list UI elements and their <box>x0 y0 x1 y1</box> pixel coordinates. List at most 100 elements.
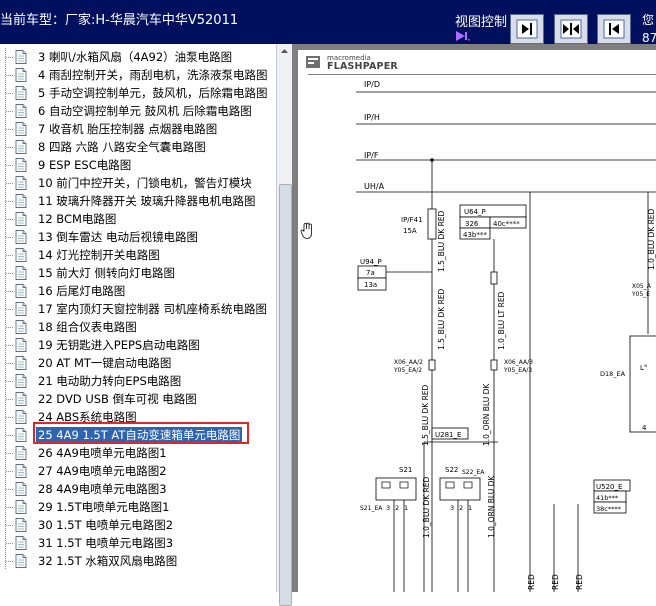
s21-label: S21 <box>399 466 412 474</box>
tree-item[interactable]: 17 室内顶灯天窗控制器 司机座椅系统电路图 <box>0 300 276 318</box>
tree-item[interactable]: 5 手动空调控制单元，鼓风机，后除霜电路图 <box>0 84 276 102</box>
tree-item[interactable]: 12 BCM电路图 <box>0 210 276 228</box>
s21-pin-3: 3 <box>386 504 390 512</box>
document-icon <box>15 428 27 442</box>
connector-right-1: X06_AA/3 <box>504 359 533 366</box>
tree-item[interactable]: 13 倒车雷达 电动后视镜电路图 <box>0 228 276 246</box>
flashpaper-logo-icon <box>306 56 320 68</box>
tree-branch-line <box>6 57 14 58</box>
tree-item-label: 26 4A9电喷单元电路图1 <box>38 446 167 460</box>
user-info: 您 87 <box>642 11 656 47</box>
document-icon <box>15 302 27 316</box>
tree-item[interactable]: 19 无钥匙进入PEPS启动电路图 <box>0 336 276 354</box>
tree-item[interactable]: 7 收音机 胎压控制器 点烟器电路图 <box>0 120 276 138</box>
tree-item-label: 27 4A9电喷单元电路图2 <box>38 464 167 478</box>
tree-item-label: 14 灯光控制开关电路图 <box>38 248 160 262</box>
fit-width-icon <box>560 19 582 39</box>
s21-pin-2: 2 <box>395 504 399 512</box>
tree-item[interactable]: 14 灯光控制开关电路图 <box>0 246 276 264</box>
connector-left-1: X06_AA/2 <box>394 359 423 366</box>
circuit-diagram-tree: 3 喇叭/水箱风扇（4A92）油泵电路图 4 雨刮控制开关，雨刮电机，洗涤液泵电路… <box>0 44 276 592</box>
tree-item-label: 31 1.5T 电喷单元电路图3 <box>38 536 174 550</box>
tree-item[interactable]: 11 玻璃升降器开关 玻璃升降器电机电路图 <box>0 192 276 210</box>
tree-branch-line <box>6 417 14 418</box>
u64-label: U64_P <box>464 208 486 216</box>
tree-branch-line <box>6 201 14 202</box>
tree-item[interactable]: 30 1.5T 电喷单元电路图2 <box>0 516 276 534</box>
tree-item[interactable]: 9 ESP ESC电路图 <box>0 156 276 174</box>
document-icon <box>15 446 27 460</box>
tree-item-label: 11 玻璃升降器开关 玻璃升降器电机电路图 <box>38 194 256 208</box>
selection-highlight-box <box>33 422 249 444</box>
tree-item[interactable]: 10 前门中控开关，门锁电机，警告灯模块 <box>0 174 276 192</box>
tree-item-label: 17 室内顶灯天窗控制器 司机座椅系统电路图 <box>38 302 267 316</box>
tree-item[interactable]: 20 AT MT一键启动电路图 <box>0 354 276 372</box>
tree-item[interactable]: 27 4A9电喷单元电路图2 <box>0 462 276 480</box>
document-icon <box>15 500 27 514</box>
document-icon <box>15 248 27 262</box>
document-icon <box>15 230 27 244</box>
tree-item[interactable]: 28 4A9电喷单元电路图3 <box>0 480 276 498</box>
rail-label-2: IP/H <box>364 113 380 122</box>
document-icon <box>15 194 27 208</box>
document-icon <box>15 212 27 226</box>
tree-item-label: 28 4A9电喷单元电路图3 <box>38 482 167 496</box>
right-wire-label: 1.0_BLU DK RED <box>647 208 656 270</box>
fuse-label: IP/F41 <box>401 216 423 224</box>
tree-item[interactable]: 8 四路 六路 八路安全气囊电路图 <box>0 138 276 156</box>
tree-item-label: 29 1.5T电喷单元电路图1 <box>38 500 170 514</box>
document-icon <box>15 338 27 352</box>
u281-label: U281_E <box>435 431 461 439</box>
tree-branch-line <box>6 147 14 148</box>
tree-branch-line <box>6 507 14 508</box>
document-icon <box>15 392 27 406</box>
tree-branch-line <box>6 327 14 328</box>
tree-branch-line <box>6 345 14 346</box>
tree-item[interactable]: 31 1.5T 电喷单元电路图3 <box>0 534 276 552</box>
tree-item-label: 30 1.5T 电喷单元电路图2 <box>38 518 174 532</box>
tree-branch-line <box>6 363 14 364</box>
bottom-wire-3: RED <box>575 574 584 590</box>
prev-page-button[interactable] <box>597 14 631 44</box>
tree-scrollbar[interactable] <box>276 44 292 606</box>
s21-pin-1: 1 <box>404 504 408 512</box>
tree-item[interactable]: 16 后尾灯电路图 <box>0 282 276 300</box>
document-icon <box>15 410 27 424</box>
top-header-bar: 当前车型：厂家:H-华晨汽车中华V52011 视图控制 您 87 <box>0 0 656 47</box>
edge-label-2: Y05_E <box>631 291 650 298</box>
tree-item[interactable]: 6 自动空调控制单元 鼓风机 后除霜电路图 <box>0 102 276 120</box>
tree-item[interactable]: 18 组合仪表电路图 <box>0 318 276 336</box>
next-page-button[interactable] <box>510 14 544 44</box>
scrollbar-thumb[interactable] <box>279 184 292 606</box>
tree-item[interactable]: 15 前大灯 侧转向灯电路图 <box>0 264 276 282</box>
tree-item[interactable]: 26 4A9电喷单元电路图1 <box>0 444 276 462</box>
tree-item[interactable]: 21 电动助力转向EPS电路图 <box>0 372 276 390</box>
u94-label: U94_P <box>360 258 382 266</box>
document-icon <box>15 536 27 550</box>
d18-label: D18_EA <box>600 370 626 378</box>
tree-item-label: 20 AT MT一键启动电路图 <box>38 356 172 370</box>
tree-item-label: 15 前大灯 侧转向灯电路图 <box>38 266 175 280</box>
document-icon <box>15 554 27 568</box>
tree-item[interactable]: 32 1.5T 水箱双风扇电路图 <box>0 552 276 570</box>
tree-branch-line <box>6 237 14 238</box>
tree-item[interactable]: 29 1.5T电喷单元电路图1 <box>0 498 276 516</box>
tree-item[interactable]: 3 喇叭/水箱风扇（4A92）油泵电路图 <box>0 48 276 66</box>
wire-label-6: 1.0_BLU DK RED <box>422 476 431 538</box>
tree-item[interactable]: 22 DVD USB 倒车可视 电路图 <box>0 390 276 408</box>
tree-branch-line <box>6 75 14 76</box>
tree-item-label: 16 后尾灯电路图 <box>38 284 126 298</box>
fit-width-button[interactable] <box>554 14 588 44</box>
wire-label-2: 1.5_BLU DK RED <box>437 288 446 350</box>
tree-branch-line <box>6 129 14 130</box>
scroll-up-icon[interactable] <box>277 44 292 59</box>
vehicle-title: 当前车型：厂家:H-华晨汽车中华V52011 <box>0 9 238 28</box>
rail-label-4: UH/A <box>364 182 385 191</box>
s22-label: S22 <box>445 466 458 474</box>
module-pin-4: 4 <box>642 424 647 432</box>
tree-item[interactable]: 4 雨刮控制开关，雨刮电机，洗涤液泵电路图 <box>0 66 276 84</box>
tree-branch-line <box>6 93 14 94</box>
u520-label: U520_E <box>596 483 622 491</box>
u520-pin-1: 41b*** <box>596 494 619 502</box>
module-pin-l: L° <box>640 364 647 372</box>
